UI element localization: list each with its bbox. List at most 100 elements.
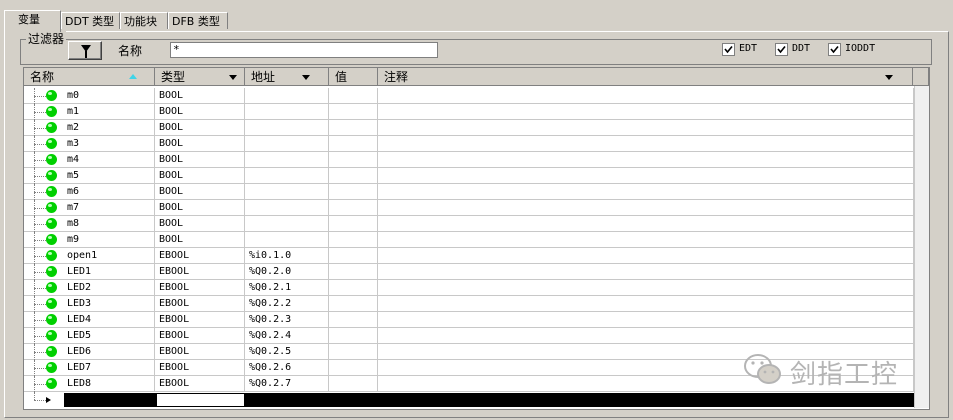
cell-type[interactable]: EBOOL xyxy=(155,264,245,279)
cell-address[interactable] xyxy=(245,184,329,199)
cell-type[interactable]: BOOL xyxy=(155,136,245,151)
cell-type[interactable]: BOOL xyxy=(155,152,245,167)
cell-name[interactable]: LED5 xyxy=(24,328,155,344)
cell-comment[interactable] xyxy=(378,216,914,231)
cell-name[interactable]: m1 xyxy=(24,104,155,120)
cell-address[interactable] xyxy=(245,136,329,151)
cell-comment[interactable] xyxy=(378,280,914,295)
cell-name[interactable]: open1 xyxy=(24,248,155,264)
cell-value[interactable] xyxy=(329,328,378,343)
cell-value[interactable] xyxy=(329,248,378,263)
cell-address[interactable]: %Q0.2.1 xyxy=(245,280,329,295)
cell-value[interactable] xyxy=(329,344,378,359)
column-header-type[interactable]: 类型 xyxy=(155,68,245,86)
cell-address[interactable] xyxy=(245,200,329,215)
new-row-name-cell[interactable] xyxy=(64,393,156,407)
cell-name[interactable]: LED8 xyxy=(24,376,155,392)
cell-address[interactable]: %i0.1.0 xyxy=(245,248,329,263)
cell-value[interactable] xyxy=(329,200,378,215)
cell-name[interactable]: LED7 xyxy=(24,360,155,376)
table-row[interactable]: m1 BOOL xyxy=(24,104,914,120)
cell-name[interactable]: m4 xyxy=(24,152,155,168)
table-row[interactable]: LED2 EBOOL %Q0.2.1 xyxy=(24,280,914,296)
cell-name[interactable]: m0 xyxy=(24,88,155,104)
table-row[interactable]: LED3 EBOOL %Q0.2.2 xyxy=(24,296,914,312)
cell-address[interactable]: %Q0.2.5 xyxy=(245,344,329,359)
cell-address[interactable]: %Q0.2.6 xyxy=(245,360,329,375)
cell-name[interactable]: LED2 xyxy=(24,280,155,296)
table-row[interactable]: LED1 EBOOL %Q0.2.0 xyxy=(24,264,914,280)
table-row[interactable]: m4 BOOL xyxy=(24,152,914,168)
cell-name[interactable]: LED4 xyxy=(24,312,155,328)
new-row-rest-cells[interactable] xyxy=(245,393,914,407)
cell-value[interactable] xyxy=(329,136,378,151)
cell-name[interactable]: LED1 xyxy=(24,264,155,280)
table-row[interactable]: m3 BOOL xyxy=(24,136,914,152)
cell-type[interactable]: BOOL xyxy=(155,184,245,199)
cell-type[interactable]: EBOOL xyxy=(155,376,245,391)
tab-variables[interactable]: 变量 xyxy=(4,10,61,32)
cell-address[interactable] xyxy=(245,152,329,167)
column-header-address[interactable]: 地址 xyxy=(245,68,329,86)
cell-value[interactable] xyxy=(329,88,378,103)
tab-ddt-types[interactable]: DDT 类型 xyxy=(61,12,120,29)
cell-type[interactable]: BOOL xyxy=(155,104,245,119)
column-header-value[interactable]: 值 xyxy=(329,68,378,86)
cell-address[interactable] xyxy=(245,216,329,231)
cell-comment[interactable] xyxy=(378,232,914,247)
table-row[interactable]: m5 BOOL xyxy=(24,168,914,184)
cell-address[interactable] xyxy=(245,168,329,183)
cell-name[interactable]: m5 xyxy=(24,168,155,184)
cell-address[interactable] xyxy=(245,88,329,103)
cell-type[interactable]: BOOL xyxy=(155,232,245,247)
table-row[interactable]: LED5 EBOOL %Q0.2.4 xyxy=(24,328,914,344)
table-row[interactable]: m6 BOOL xyxy=(24,184,914,200)
cell-type[interactable]: BOOL xyxy=(155,88,245,103)
cell-value[interactable] xyxy=(329,168,378,183)
table-row[interactable]: m9 BOOL xyxy=(24,232,914,248)
column-header-comment[interactable]: 注释 xyxy=(378,68,913,86)
cell-comment[interactable] xyxy=(378,328,914,343)
cell-comment[interactable] xyxy=(378,104,914,119)
cell-type[interactable]: EBOOL xyxy=(155,280,245,295)
cell-comment[interactable] xyxy=(378,264,914,279)
cell-value[interactable] xyxy=(329,152,378,167)
tab-dfb-types[interactable]: DFB 类型 xyxy=(168,12,228,29)
cell-value[interactable] xyxy=(329,216,378,231)
cell-comment[interactable] xyxy=(378,248,914,263)
table-row[interactable]: m7 BOOL xyxy=(24,200,914,216)
cell-type[interactable]: EBOOL xyxy=(155,248,245,263)
cell-comment[interactable] xyxy=(378,312,914,327)
cell-address[interactable]: %Q0.2.7 xyxy=(245,376,329,391)
cell-value[interactable] xyxy=(329,312,378,327)
cell-address[interactable]: %Q0.2.3 xyxy=(245,312,329,327)
cell-value[interactable] xyxy=(329,360,378,375)
cell-comment[interactable] xyxy=(378,296,914,311)
cell-address[interactable]: %Q0.2.0 xyxy=(245,264,329,279)
cell-type[interactable]: EBOOL xyxy=(155,344,245,359)
cell-address[interactable]: %Q0.2.4 xyxy=(245,328,329,343)
cell-comment[interactable] xyxy=(378,120,914,135)
cell-type[interactable]: EBOOL xyxy=(155,296,245,311)
cell-address[interactable] xyxy=(245,232,329,247)
cell-value[interactable] xyxy=(329,184,378,199)
cell-value[interactable] xyxy=(329,264,378,279)
cell-value[interactable] xyxy=(329,280,378,295)
table-row[interactable]: m8 BOOL xyxy=(24,216,914,232)
cell-address[interactable]: %Q0.2.2 xyxy=(245,296,329,311)
cell-type[interactable]: BOOL xyxy=(155,120,245,135)
cell-value[interactable] xyxy=(329,120,378,135)
table-row[interactable]: m0 BOOL xyxy=(24,88,914,104)
column-header-name[interactable]: 名称 xyxy=(24,68,155,86)
new-variable-row[interactable] xyxy=(24,392,914,408)
name-filter-input[interactable]: * xyxy=(170,42,438,58)
cell-value[interactable] xyxy=(329,296,378,311)
cell-type[interactable]: EBOOL xyxy=(155,360,245,375)
cell-name[interactable]: m7 xyxy=(24,200,155,216)
cell-comment[interactable] xyxy=(378,200,914,215)
cell-value[interactable] xyxy=(329,376,378,391)
cell-type[interactable]: BOOL xyxy=(155,216,245,231)
cell-name[interactable]: m9 xyxy=(24,232,155,248)
cell-comment[interactable] xyxy=(378,184,914,199)
cell-name[interactable]: m2 xyxy=(24,120,155,136)
